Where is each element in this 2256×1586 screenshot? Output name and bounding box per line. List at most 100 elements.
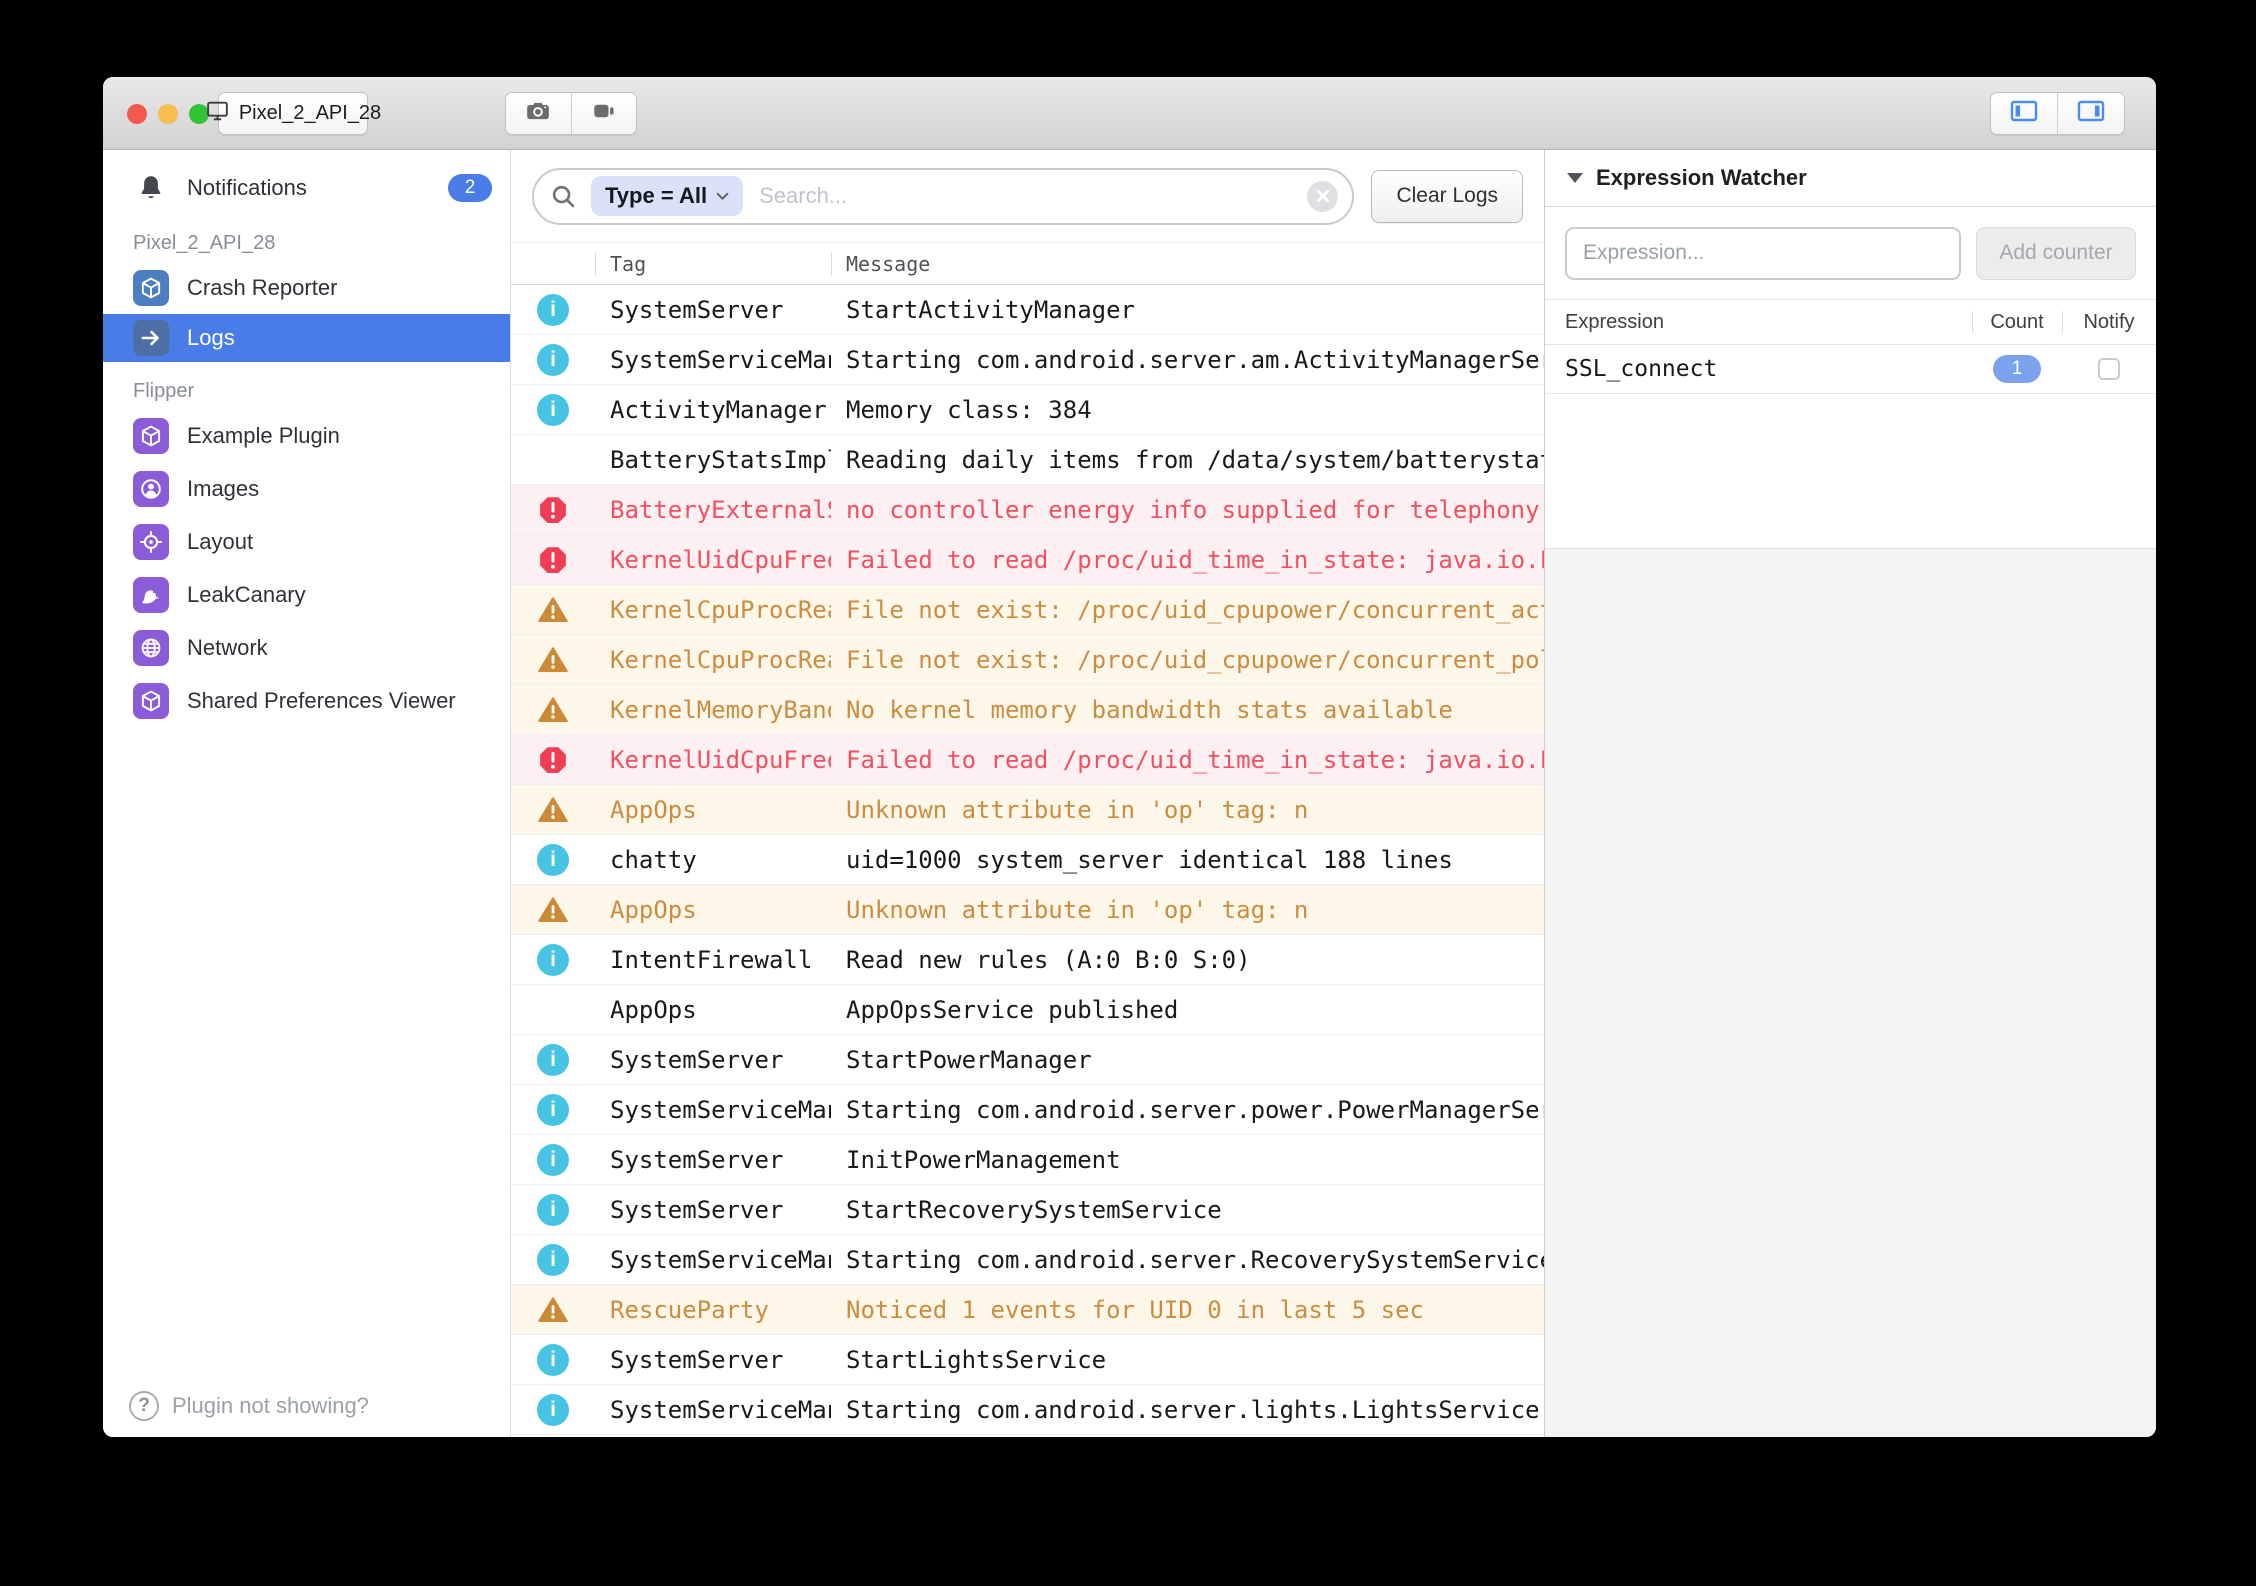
- log-tag: chatty: [595, 846, 831, 874]
- log-row[interactable]: i SystemServiceManager Starting com.andr…: [511, 1235, 1544, 1285]
- log-message: AppOpsService published: [831, 996, 1544, 1024]
- sidebar-item-shared-preferences[interactable]: Shared Preferences Viewer: [103, 674, 510, 727]
- watcher-table-header: Expression Count Notify: [1545, 300, 2156, 345]
- sidebar-item-layout[interactable]: Layout: [103, 515, 510, 568]
- log-message: File not exist: /proc/uid_cpupower/concu…: [831, 646, 1544, 674]
- log-row[interactable]: i SystemServer StartActivityManager: [511, 285, 1544, 335]
- log-tag: AppOps: [595, 996, 831, 1024]
- watcher-row[interactable]: SSL_connect 1: [1545, 345, 2156, 394]
- log-row[interactable]: AppOps AppOpsService published: [511, 985, 1544, 1035]
- watcher-header-notify: Notify: [2062, 300, 2156, 344]
- log-message: StartActivityManager: [831, 296, 1544, 324]
- log-tag: IntentFirewall: [595, 946, 831, 974]
- log-row[interactable]: i chatty uid=1000 system_server identica…: [511, 835, 1544, 885]
- close-window-button[interactable]: [127, 104, 147, 124]
- log-message: uid=1000 system_server identical 188 lin…: [831, 846, 1544, 874]
- log-message: StartLightsService: [831, 1346, 1544, 1374]
- plugin-help-link[interactable]: ? Plugin not showing?: [129, 1391, 369, 1421]
- log-table-header: Tag Message: [511, 243, 1544, 285]
- log-row[interactable]: i SystemServer StartPowerManager: [511, 1035, 1544, 1085]
- log-message: Unknown attribute in 'op' tag: n: [831, 796, 1544, 824]
- log-tag: SystemServiceManager: [595, 1246, 831, 1274]
- error-icon: [511, 495, 595, 525]
- person-icon: [133, 471, 169, 507]
- log-row[interactable]: KernelMemoryBandwidthStats No kernel mem…: [511, 685, 1544, 735]
- log-message: Memory class: 384: [831, 396, 1544, 424]
- sidebar-item-images[interactable]: Images: [103, 462, 510, 515]
- sidebar-item-label: LeakCanary: [187, 582, 306, 608]
- sidebar-item-logs[interactable]: Logs: [103, 314, 510, 362]
- log-tag: SystemServer: [595, 1346, 831, 1374]
- video-camera-icon: [591, 98, 617, 129]
- add-counter-button[interactable]: Add counter: [1976, 227, 2136, 280]
- sidebar-section-device: Pixel_2_API_28: [103, 214, 510, 261]
- log-row[interactable]: i SystemServiceManager Starting com.andr…: [511, 1085, 1544, 1135]
- log-message: StartRecoverySystemService: [831, 1196, 1544, 1224]
- sidebar-item-label: Shared Preferences Viewer: [187, 688, 456, 714]
- log-row[interactable]: i SystemServer StartRecoverySystemServic…: [511, 1185, 1544, 1235]
- type-filter-chip[interactable]: Type = All: [591, 176, 743, 216]
- log-row[interactable]: KernelCpuProcReader File not exist: /pro…: [511, 585, 1544, 635]
- log-row[interactable]: i SystemServiceManager Starting com.andr…: [511, 335, 1544, 385]
- sidebar-item-label: Logs: [187, 325, 235, 351]
- log-message: Unknown attribute in 'op' tag: n: [831, 896, 1544, 924]
- search-input[interactable]: [757, 182, 1293, 210]
- expression-input[interactable]: [1565, 227, 1961, 280]
- screen-record-button[interactable]: [571, 93, 637, 134]
- log-row[interactable]: i SystemServer StartLightsService: [511, 1335, 1544, 1385]
- log-row[interactable]: i ActivityManager Memory class: 384: [511, 385, 1544, 435]
- sidebar-item-crash-reporter[interactable]: Crash Reporter: [103, 261, 510, 314]
- info-icon: i: [511, 394, 595, 426]
- notify-checkbox[interactable]: [2098, 358, 2120, 380]
- log-row[interactable]: i SystemServer InitPowerManagement: [511, 1135, 1544, 1185]
- log-row[interactable]: RescueParty Noticed 1 events for UID 0 i…: [511, 1285, 1544, 1335]
- expression-watcher-header[interactable]: Expression Watcher: [1545, 150, 2156, 207]
- arrow-right-icon: [133, 320, 169, 356]
- log-table-body: i SystemServer StartActivityManager i Sy…: [511, 285, 1544, 1437]
- log-row[interactable]: KernelUidCpuFreqTimeReader Failed to rea…: [511, 535, 1544, 585]
- info-icon: i: [511, 1394, 595, 1426]
- log-message: Starting com.android.server.lights.Light…: [831, 1396, 1544, 1424]
- log-row[interactable]: KernelUidCpuFreqTimeReader Failed to rea…: [511, 735, 1544, 785]
- log-tag: RescueParty: [595, 1296, 831, 1324]
- clear-search-icon[interactable]: [1307, 181, 1338, 212]
- info-icon: i: [511, 1244, 595, 1276]
- count-badge: 1: [1993, 355, 2041, 383]
- watcher-count-cell: 1: [1972, 355, 2062, 383]
- log-tag: KernelCpuProcReader: [595, 646, 831, 674]
- sidebar-item-leakcanary[interactable]: LeakCanary: [103, 568, 510, 621]
- sidebar-item-example-plugin[interactable]: Example Plugin: [103, 409, 510, 462]
- screenshot-button[interactable]: [506, 93, 571, 134]
- warning-icon: [511, 1295, 595, 1325]
- device-selector-button[interactable]: Pixel_2_API_28: [218, 92, 368, 135]
- watcher-empty-space: [1545, 394, 2156, 548]
- toggle-right-panel-button[interactable]: [2057, 93, 2124, 134]
- sidebar-item-label: Crash Reporter: [187, 275, 337, 301]
- log-tag: SystemServer: [595, 296, 831, 324]
- minimize-window-button[interactable]: [158, 104, 178, 124]
- log-message: Failed to read /proc/uid_time_in_state: …: [831, 546, 1544, 574]
- log-row[interactable]: KernelCpuProcReader File not exist: /pro…: [511, 635, 1544, 685]
- sidebar-item-notifications[interactable]: Notifications 2: [103, 161, 510, 214]
- search-box[interactable]: Type = All: [532, 168, 1354, 225]
- log-row[interactable]: i IntentFirewall Read new rules (A:0 B:0…: [511, 935, 1544, 985]
- expression-watcher-form: Add counter: [1545, 207, 2156, 300]
- log-message: Starting com.android.server.am.ActivityM…: [831, 346, 1544, 374]
- log-row[interactable]: BatteryStatsImpl Reading daily items fro…: [511, 435, 1544, 485]
- toggle-left-panel-button[interactable]: [1991, 93, 2057, 134]
- cube-icon: [133, 683, 169, 719]
- clear-logs-button[interactable]: Clear Logs: [1371, 170, 1523, 223]
- log-row[interactable]: BatteryExternalStatsWorker no controller…: [511, 485, 1544, 535]
- watcher-header-expression: Expression: [1545, 311, 1972, 334]
- capture-controls: [505, 92, 637, 135]
- log-message: Reading daily items from /data/system/ba…: [831, 446, 1544, 474]
- titlebar: Pixel_2_API_28: [103, 77, 2156, 150]
- log-row[interactable]: i SystemServiceManager Starting com.andr…: [511, 1385, 1544, 1435]
- log-message: No kernel memory bandwidth stats availab…: [831, 696, 1544, 724]
- log-row[interactable]: AppOps Unknown attribute in 'op' tag: n: [511, 785, 1544, 835]
- warning-icon: [511, 645, 595, 675]
- sidebar-item-network[interactable]: Network: [103, 621, 510, 674]
- plugin-sidebar: Notifications 2 Pixel_2_API_28 Crash Rep…: [103, 150, 511, 1437]
- log-row[interactable]: AppOps Unknown attribute in 'op' tag: n: [511, 885, 1544, 935]
- info-icon: i: [511, 344, 595, 376]
